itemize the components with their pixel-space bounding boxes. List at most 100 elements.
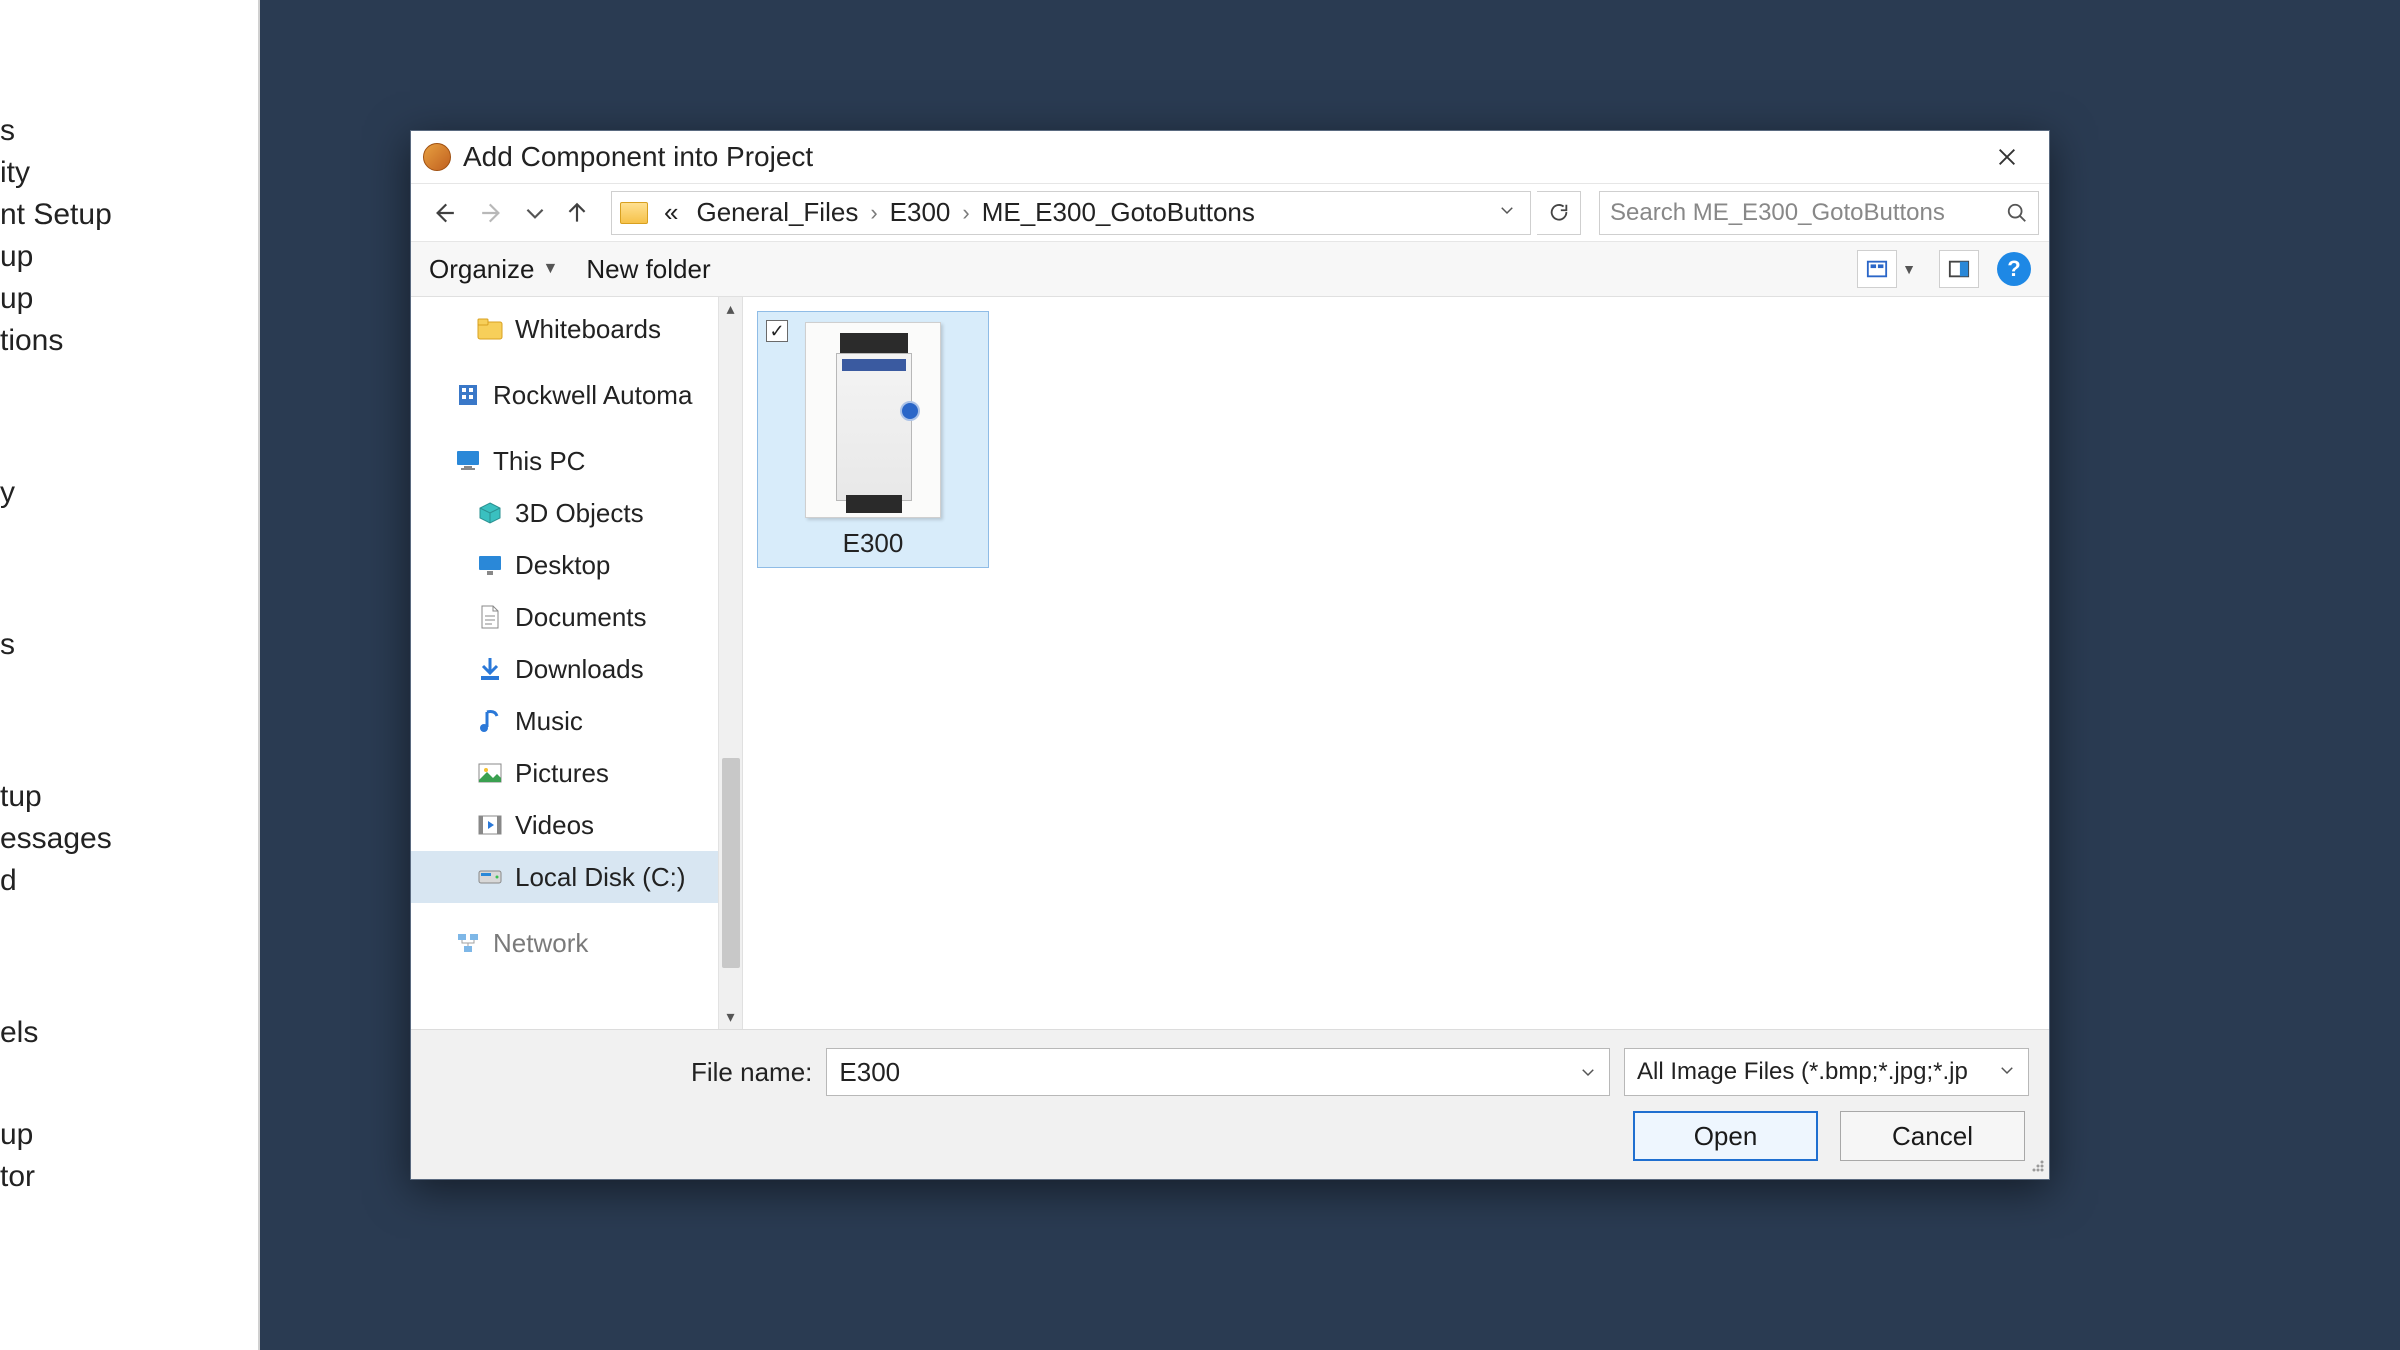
chevron-down-icon: ▼ (543, 260, 559, 278)
arrow-right-icon (480, 200, 506, 226)
tree-item-documents[interactable]: Documents (411, 591, 742, 643)
host-item: s (0, 624, 258, 666)
tree-item-label: Music (515, 706, 583, 737)
host-item: d (0, 860, 258, 902)
scroll-thumb[interactable] (722, 758, 740, 968)
breadcrumb-prefix[interactable]: « (658, 195, 684, 230)
cube-icon (477, 500, 503, 526)
tree-item-downloads[interactable]: Downloads (411, 643, 742, 695)
host-item: els (0, 1012, 258, 1054)
chevron-down-icon (1498, 201, 1516, 219)
view-mode-button[interactable] (1857, 250, 1897, 288)
app-icon (423, 143, 451, 171)
nav-back-button[interactable] (421, 191, 465, 235)
arrow-left-icon (430, 200, 456, 226)
document-icon (477, 604, 503, 630)
tree-item-pictures[interactable]: Pictures (411, 747, 742, 799)
refresh-button[interactable] (1537, 191, 1581, 235)
chevron-right-icon: › (870, 200, 877, 226)
tree-item-label: Downloads (515, 654, 644, 685)
dialog-toolbar: Organize ▼ New folder ▼ (411, 241, 2049, 297)
nav-forward-button[interactable] (471, 191, 515, 235)
monitor-icon (455, 448, 481, 474)
breadcrumb[interactable]: « General_Files › E300 › ME_E300_GotoBut… (611, 191, 1531, 235)
organize-menu[interactable]: Organize ▼ (429, 254, 558, 285)
chevron-down-icon: ▼ (1902, 261, 1916, 277)
file-item[interactable]: ✓ E300 (757, 311, 989, 568)
search-placeholder: Search ME_E300_GotoButtons (1610, 199, 1996, 227)
search-icon (2006, 202, 2028, 224)
tree-item-label: Videos (515, 810, 594, 841)
search-input[interactable]: Search ME_E300_GotoButtons (1599, 191, 2039, 235)
open-button[interactable]: Open (1633, 1111, 1818, 1161)
host-app-panel: s ity nt Setup up up tions y s tup essag… (0, 0, 260, 1350)
tree-item-localdisk[interactable]: Local Disk (C:) (411, 851, 742, 903)
view-mode-dropdown[interactable]: ▼ (1897, 261, 1921, 277)
checkmark-icon: ✓ (769, 321, 784, 342)
breadcrumb-segment[interactable]: General_Files (690, 195, 864, 230)
tree-item-label: This PC (493, 446, 585, 477)
close-button[interactable] (1977, 137, 2037, 177)
video-icon (477, 812, 503, 838)
cancel-button[interactable]: Cancel (1840, 1111, 2025, 1161)
close-icon (1996, 146, 2018, 168)
tree-item-label: Local Disk (C:) (515, 862, 685, 893)
file-checkbox[interactable]: ✓ (766, 320, 788, 342)
scroll-up-icon[interactable]: ▴ (719, 297, 743, 321)
scroll-down-icon[interactable]: ▾ (719, 1005, 743, 1029)
filename-input[interactable]: E300 (826, 1048, 1610, 1096)
preview-pane-button[interactable] (1939, 250, 1979, 288)
company-icon (455, 382, 481, 408)
host-item: tor (0, 1156, 258, 1198)
tree-item-3dobjects[interactable]: 3D Objects (411, 487, 742, 539)
breadcrumb-segment[interactable]: ME_E300_GotoButtons (976, 195, 1261, 230)
arrow-up-icon (564, 200, 590, 226)
tree-item-label: Documents (515, 602, 647, 633)
host-item: nt Setup (0, 194, 258, 236)
folder-icon (620, 202, 648, 224)
filename-value: E300 (839, 1057, 900, 1088)
tree-item-thispc[interactable]: This PC (411, 435, 742, 487)
tree-item-videos[interactable]: Videos (411, 799, 742, 851)
dialog-title: Add Component into Project (463, 141, 1977, 173)
tree-item-music[interactable]: Music (411, 695, 742, 747)
host-item: ity (0, 152, 258, 194)
nav-up-button[interactable] (555, 191, 599, 235)
breadcrumb-segment[interactable]: E300 (884, 195, 957, 230)
nav-row: « General_Files › E300 › ME_E300_GotoBut… (411, 183, 2049, 241)
music-icon (477, 708, 503, 734)
network-icon (455, 930, 481, 956)
help-icon: ? (2007, 256, 2020, 282)
file-name-label: E300 (843, 528, 904, 559)
tree-item-rockwell[interactable]: Rockwell Automa (411, 369, 742, 421)
download-icon (477, 656, 503, 682)
disk-icon (477, 864, 503, 890)
host-item: up (0, 1114, 258, 1156)
file-thumbnail (805, 322, 941, 518)
tree-item-label: 3D Objects (515, 498, 644, 529)
preview-pane-icon (1948, 258, 1970, 280)
nav-recent-button[interactable] (521, 191, 549, 235)
help-button[interactable]: ? (1997, 252, 2031, 286)
tree-item-desktop[interactable]: Desktop (411, 539, 742, 591)
new-folder-button[interactable]: New folder (586, 254, 710, 285)
file-list-pane[interactable]: ✓ E300 (743, 297, 2049, 1029)
host-item: up (0, 236, 258, 278)
tree-item-label: Pictures (515, 758, 609, 789)
host-item: tup (0, 776, 258, 818)
tree-item-network[interactable]: Network (411, 917, 742, 969)
host-item: essages (0, 818, 258, 860)
organize-label: Organize (429, 254, 535, 285)
tree-item-label: Desktop (515, 550, 610, 581)
chevron-down-icon[interactable] (1579, 1057, 1597, 1088)
filetype-filter[interactable]: All Image Files (*.bmp;*.jpg;*.jp (1624, 1048, 2029, 1096)
breadcrumb-dropdown[interactable] (1492, 201, 1522, 224)
host-item: y (0, 472, 258, 514)
chevron-right-icon: › (962, 200, 969, 226)
tree-scrollbar[interactable]: ▴ ▾ (718, 297, 742, 1029)
folder-tree: Whiteboards Rockwell Automa This PC 3D O… (411, 297, 743, 1029)
chevron-down-icon (1998, 1058, 2016, 1086)
resize-grip-icon[interactable] (2028, 1158, 2046, 1176)
tree-item-whiteboards[interactable]: Whiteboards (411, 303, 742, 355)
host-item: s (0, 110, 258, 152)
